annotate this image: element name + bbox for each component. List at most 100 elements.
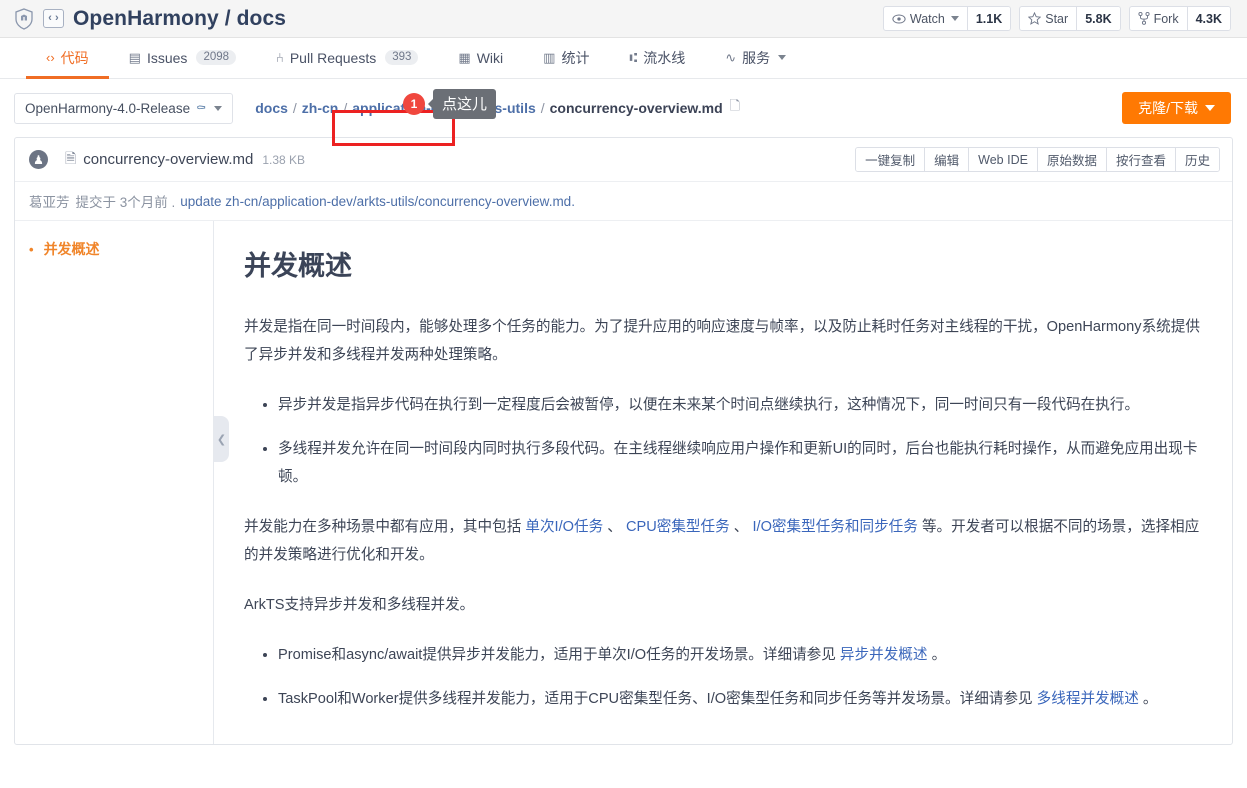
breadcrumb-current-file: concurrency-overview.md (549, 100, 723, 116)
tab-statistics[interactable]: ▥ 统计 (523, 39, 609, 79)
star-label: Star (1045, 11, 1069, 26)
repo-header: ‹› OpenHarmony / docs Watch 1.1K Star 5.… (0, 0, 1247, 38)
tab-issues-label: Issues (146, 49, 188, 66)
fork-button[interactable]: Fork (1130, 7, 1188, 30)
tab-code-label: 代码 (60, 49, 89, 66)
article-paragraph-2: 并发能力在多种场景中都有应用，其中包括 单次I/O任务 、 CPU密集型任务 、… (244, 513, 1202, 569)
tab-services[interactable]: ∿ 服务 (705, 39, 806, 79)
lock-shield-icon: ⚰ (196, 101, 207, 115)
pull-request-icon: ⑃ (276, 50, 284, 65)
watch-count[interactable]: 1.1K (967, 7, 1011, 30)
text-run: 并发能力在多种场景中都有应用，其中包括 (244, 519, 522, 535)
file-name: concurrency-overview.md (83, 151, 254, 168)
repo-title: ‹› OpenHarmony / docs (14, 7, 286, 31)
commit-info-row: 葛亚芳 提交于 3个月前 . update zh-cn/application-… (15, 182, 1232, 221)
pipeline-icon: ⑆ (629, 50, 638, 65)
copy-icon[interactable]: 🗋 (730, 97, 740, 119)
breadcrumb: docs / zh-cn / application-dev / arkts-u… (255, 97, 740, 119)
edit-button[interactable]: 编辑 (925, 148, 970, 171)
annotation-step-badge: 1 (403, 93, 425, 115)
watch-label: Watch (909, 11, 945, 26)
tab-pull-requests-label: Pull Requests (289, 49, 377, 66)
text-run: 。 (931, 647, 947, 663)
list-item: 异步并发是指异步代码在执行到一定程度后会被暂停，以便在未来某个时间点继续执行，这… (278, 391, 1202, 419)
eye-icon (892, 13, 906, 24)
raw-data-button[interactable]: 原始数据 (1037, 148, 1107, 171)
breadcrumb-separator: / (292, 100, 297, 116)
link-cpu-intensive-task[interactable]: CPU密集型任务 (626, 519, 730, 535)
star-group[interactable]: Star 5.8K (1019, 6, 1121, 31)
page-title: OpenHarmony / docs (73, 6, 287, 30)
file-header: ♟ 🗎 concurrency-overview.md 1.38 KB 一键复制… (15, 138, 1232, 182)
bullet-icon: • (29, 242, 34, 257)
clone-download-button[interactable]: 克隆/下载 (1122, 92, 1231, 124)
link-async-concurrency-overview[interactable]: 异步并发概述 (840, 647, 928, 663)
tab-issues[interactable]: ▤ Issues 2098 (109, 39, 256, 79)
link-single-io-task[interactable]: 单次I/O任务 (525, 519, 603, 535)
watch-group[interactable]: Watch 1.1K (882, 6, 1012, 31)
code-brackets-icon: ‹› (43, 9, 64, 28)
fork-icon (1138, 12, 1150, 25)
history-button[interactable]: 历史 (1175, 148, 1219, 171)
article-title: 并发概述 (244, 251, 352, 281)
fork-count[interactable]: 4.3K (1187, 7, 1230, 30)
pull-requests-count-badge: 393 (385, 50, 419, 65)
tab-services-label: 服务 (742, 49, 771, 66)
commit-message[interactable]: update zh-cn/application-dev/arkts-utils… (180, 194, 575, 209)
tab-statistics-label: 统计 (561, 49, 590, 66)
file-panel: ♟ 🗎 concurrency-overview.md 1.38 KB 一键复制… (14, 137, 1233, 745)
article-list-2: Promise和async/await提供异步并发能力，适用于单次I/O任务的开… (244, 641, 1202, 713)
chevron-left-icon: ❮ (216, 433, 227, 446)
star-icon (1028, 12, 1042, 25)
web-ide-button[interactable]: Web IDE (969, 148, 1038, 171)
text-run: Promise和async/await提供异步并发能力，适用于单次I/O任务的开… (278, 647, 836, 663)
tab-pipeline-label: 流水线 (643, 49, 686, 66)
article-content: 并发概述 并发是指在同一时间段内，能够处理多个任务的能力。为了提升应用的响应速度… (214, 221, 1232, 744)
chart-icon: ▥ (543, 50, 556, 65)
tab-code[interactable]: ‹› 代码 (26, 39, 109, 79)
watch-button[interactable]: Watch (884, 7, 968, 30)
article-list-1: 异步并发是指异步代码在执行到一定程度后会被暂停，以便在未来某个时间点继续执行，这… (244, 391, 1202, 491)
commit-meta: 提交于 3个月前 . (75, 195, 176, 210)
branch-selector[interactable]: OpenHarmony-4.0-Release ⚰ (14, 92, 234, 124)
link-multithread-concurrency-overview[interactable]: 多线程并发概述 (1037, 691, 1139, 707)
list-item: 多线程并发允许在同一时间段内同时执行多段代码。在主线程继续响应用户操作和更新UI… (278, 435, 1202, 491)
chevron-down-icon (778, 55, 787, 60)
tab-wiki[interactable]: ▦ Wiki (438, 39, 523, 79)
tab-pull-requests[interactable]: ⑃ Pull Requests 393 (256, 39, 438, 79)
breadcrumb-item-docs[interactable]: docs (255, 100, 288, 116)
breadcrumb-item-zh-cn[interactable]: zh-cn (302, 100, 339, 116)
copy-all-button[interactable]: 一键复制 (856, 148, 926, 171)
code-icon: ‹› (46, 50, 55, 65)
file-actions: 一键复制 编辑 Web IDE 原始数据 按行查看 历史 (855, 147, 1220, 172)
list-item: Promise和async/await提供异步并发能力，适用于单次I/O任务的开… (278, 641, 1202, 669)
commit-author[interactable]: 葛亚芳 (29, 191, 70, 211)
tab-pipeline[interactable]: ⑆ 流水线 (609, 39, 705, 79)
toc-item-label: 并发概述 (43, 241, 100, 257)
user-avatar-icon: ♟ (29, 150, 48, 169)
clone-download-label: 克隆/下载 (1138, 100, 1198, 116)
tab-wiki-label: Wiki (476, 49, 504, 66)
toc-item-overview[interactable]: • 并发概述 (29, 239, 213, 259)
article-paragraph-1: 并发是指在同一时间段内，能够处理多个任务的能力。为了提升应用的响应速度与帧率，以… (244, 319, 1200, 363)
star-button[interactable]: Star (1020, 7, 1078, 30)
text-run: 、 (733, 519, 749, 535)
article-paragraph-3: ArkTS支持异步并发和多线程并发。 (244, 597, 475, 613)
service-icon: ∿ (725, 50, 737, 65)
markdown-file-icon: 🗎 (65, 149, 77, 166)
chevron-down-icon (1205, 105, 1215, 111)
blame-button[interactable]: 按行查看 (1106, 148, 1176, 171)
issues-count-badge: 2098 (196, 50, 237, 65)
annotation-tooltip: 点这儿 (427, 89, 497, 119)
link-io-intensive-and-sync-task[interactable]: I/O密集型任务和同步任务 (752, 519, 917, 535)
toc-collapse-handle[interactable]: ❮ (214, 416, 229, 462)
list-item: TaskPool和Worker提供多线程并发能力，适用于CPU密集型任务、I/O… (278, 685, 1202, 713)
repo-nav-tabs: ‹› 代码 ▤ Issues 2098 ⑃ Pull Requests 393 … (0, 38, 1247, 79)
star-count[interactable]: 5.8K (1077, 7, 1120, 30)
path-bar: OpenHarmony-4.0-Release ⚰ docs / zh-cn /… (0, 79, 1247, 137)
text-run: 。 (1142, 691, 1158, 707)
breadcrumb-separator: / (540, 100, 545, 116)
markdown-body: • 并发概述 ❮ 并发概述 并发是指在同一时间段内，能够处理多个任务的能力。为了… (15, 221, 1232, 744)
fork-group[interactable]: Fork 4.3K (1128, 6, 1231, 31)
issue-icon: ▤ (128, 50, 141, 65)
